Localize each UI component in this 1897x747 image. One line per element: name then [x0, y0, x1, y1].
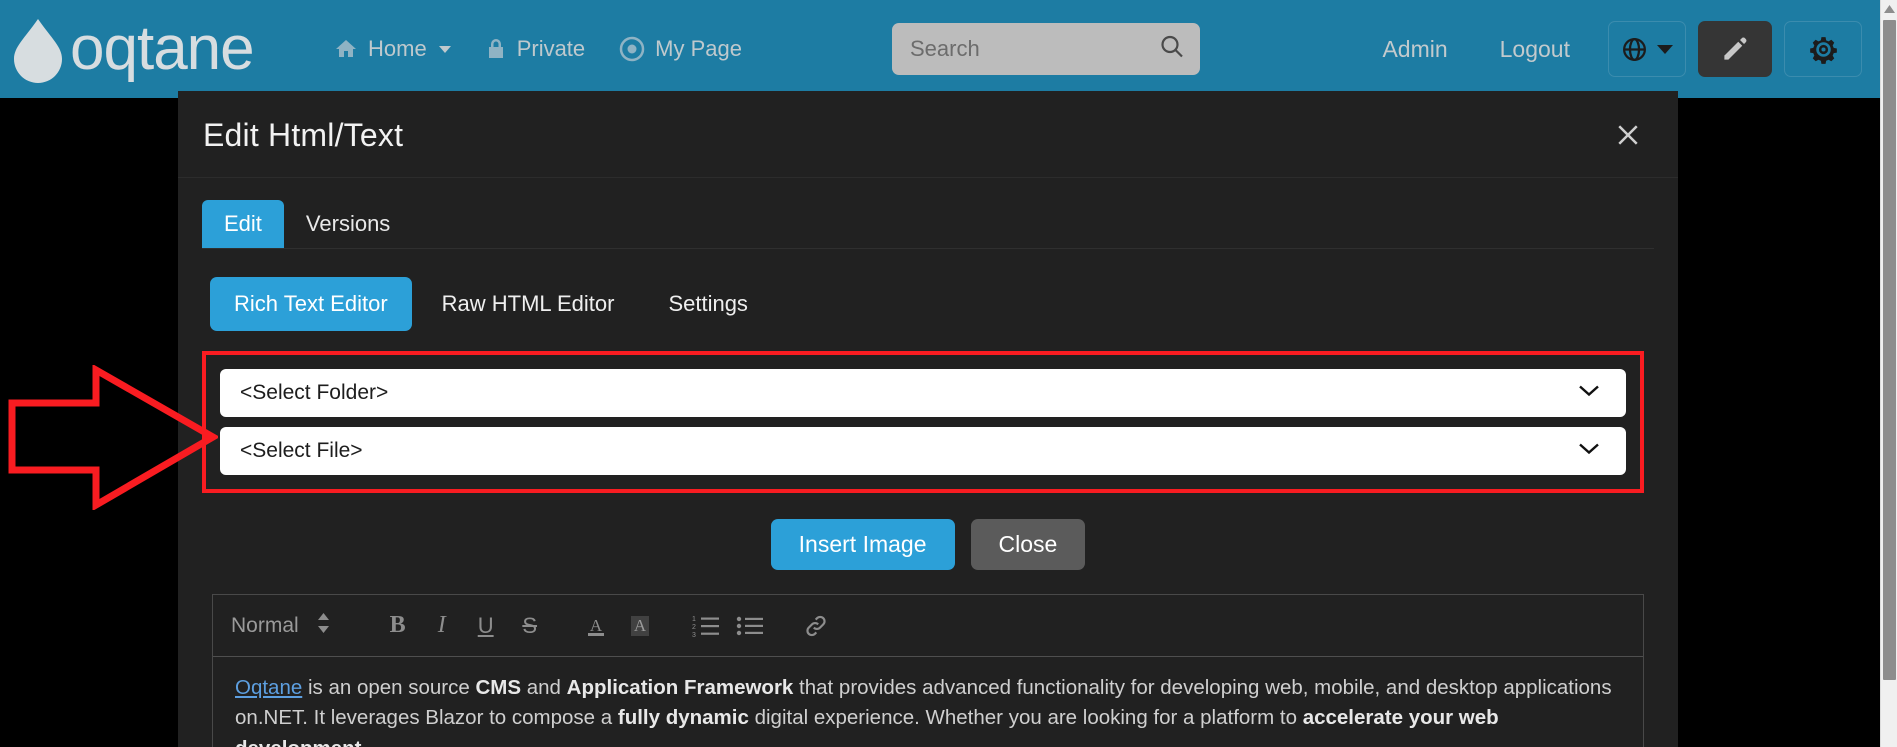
nav-item-private[interactable]: Private — [485, 36, 585, 62]
tab-versions[interactable]: Versions — [284, 200, 412, 248]
home-icon — [334, 37, 358, 61]
editor-mode-tabs: Rich Text Editor Raw HTML Editor Setting… — [202, 277, 1654, 331]
main-tabs: Edit Versions — [202, 200, 1654, 249]
close-icon[interactable] — [1608, 115, 1648, 155]
svg-text:A: A — [634, 616, 647, 635]
modal-body: Edit Versions Rich Text Editor Raw HTML … — [178, 178, 1678, 747]
language-globe-button[interactable] — [1608, 21, 1686, 77]
editor-text-5: digital experience. Whether you are look… — [748, 706, 1303, 730]
target-icon — [619, 36, 645, 62]
svg-text:1: 1 — [692, 616, 696, 623]
folder-select-row: <Select Folder> — [220, 369, 1626, 417]
text-color-icon[interactable]: A — [574, 606, 618, 646]
admin-link[interactable]: Admin — [1356, 36, 1473, 63]
chevron-down-icon — [438, 45, 451, 53]
top-navbar: oqtane Home Private My Page Search Admin… — [0, 0, 1880, 98]
edit-pencil-button[interactable] — [1698, 21, 1772, 77]
link-icon[interactable] — [794, 606, 838, 646]
edit-html-text-modal: Edit Html/Text Edit Versions Rich Text E… — [178, 91, 1678, 747]
oqtane-link[interactable]: Oqtane — [235, 676, 302, 699]
underline-icon[interactable]: U — [464, 606, 508, 646]
bullet-list-icon[interactable] — [728, 606, 772, 646]
svg-text:A: A — [590, 616, 603, 635]
search-input[interactable] — [892, 23, 1200, 75]
format-dropdown-label: Normal — [231, 613, 299, 637]
italic-icon[interactable]: I — [420, 606, 464, 646]
bold-icon[interactable]: B — [376, 606, 420, 646]
navbar-right: Admin Logout — [1356, 21, 1862, 77]
search-box[interactable] — [892, 23, 1200, 75]
page-title: Edit Html/Text — [203, 116, 404, 153]
editor-text-4: .NET. It leverages Blazor to compose a — [257, 706, 618, 730]
tab-raw-html-editor[interactable]: Raw HTML Editor — [418, 277, 639, 331]
tab-rich-text-editor[interactable]: Rich Text Editor — [210, 277, 412, 331]
file-select-row: <Select File> — [220, 427, 1626, 475]
editor-text-1: is an open source — [302, 676, 476, 699]
nav-item-my-page-label: My Page — [655, 36, 742, 61]
editor-toolbar: Normal B I U S A A 1 2 3 — [213, 595, 1643, 657]
editor-bold-fully-dynamic: fully dynamic — [617, 706, 749, 730]
format-dropdown[interactable]: Normal — [231, 612, 354, 640]
tab-settings[interactable]: Settings — [644, 277, 772, 331]
svg-text:3: 3 — [692, 632, 696, 638]
app-window: oqtane Home Private My Page Search Admin… — [0, 0, 1897, 747]
editor-paragraph: Oqtane is an open source CMS and Applica… — [235, 673, 1621, 747]
nav-item-home-label: Home — [368, 36, 427, 61]
folder-select[interactable]: <Select Folder> — [220, 369, 1626, 417]
modal-action-buttons: Insert Image Close — [202, 519, 1654, 570]
nav-item-my-page[interactable]: My Page — [619, 36, 742, 62]
editor-content[interactable]: Oqtane is an open source CMS and Applica… — [213, 657, 1643, 747]
nav-item-home[interactable]: Home — [334, 36, 451, 62]
scrollbar-thumb[interactable] — [1883, 20, 1896, 680]
nav-links: Home Private My Page — [334, 36, 742, 62]
modal-header: Edit Html/Text — [178, 91, 1678, 178]
insert-image-button[interactable]: Insert Image — [770, 519, 955, 570]
ordered-list-icon[interactable]: 1 2 3 — [684, 606, 728, 646]
settings-gear-button[interactable] — [1784, 21, 1862, 77]
vertical-scrollbar[interactable] — [1880, 0, 1897, 747]
close-button[interactable]: Close — [970, 519, 1086, 570]
editor-bold-cms: CMS — [475, 676, 522, 699]
tab-edit[interactable]: Edit — [202, 200, 284, 248]
oqtane-logo[interactable]: oqtane — [8, 13, 296, 85]
chevron-down-icon — [1657, 44, 1673, 54]
svg-text:oqtane: oqtane — [70, 14, 254, 83]
logout-link[interactable]: Logout — [1474, 36, 1596, 63]
search-icon[interactable] — [1159, 34, 1185, 65]
highlight-color-icon[interactable]: A — [618, 606, 662, 646]
file-picker-highlight-box: <Select Folder> <Select File> — [202, 351, 1644, 493]
red-pointer-arrow — [8, 365, 218, 510]
updown-arrows-icon — [317, 612, 330, 640]
svg-text:2: 2 — [692, 624, 696, 631]
strikethrough-icon[interactable]: S — [508, 606, 552, 646]
nav-item-private-label: Private — [516, 36, 586, 61]
editor-text-2: and — [521, 676, 567, 699]
rich-text-editor: Normal B I U S A A 1 2 3 Oqtane is an op… — [212, 594, 1644, 747]
lock-icon — [485, 37, 507, 61]
editor-bold-framework: Application Framework — [566, 676, 794, 699]
file-select[interactable]: <Select File> — [220, 427, 1626, 475]
scroll-up-arrow-icon[interactable] — [1881, 0, 1897, 17]
